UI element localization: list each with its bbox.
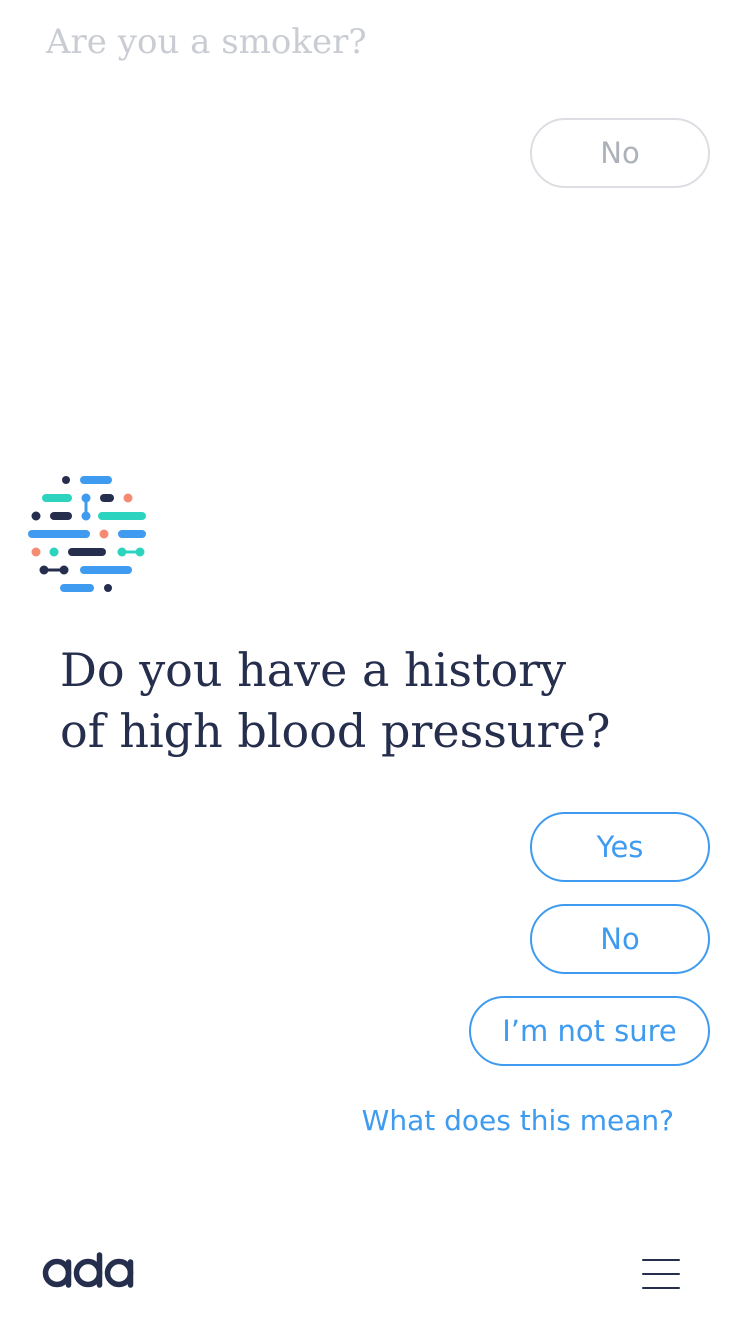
what-does-this-mean-link[interactable]: What does this mean? (362, 1104, 674, 1137)
question-line-1: Do you have a history (60, 643, 567, 697)
ada-avatar-icon (28, 476, 146, 592)
previous-answer-no-button[interactable]: No (530, 118, 710, 188)
menu-bar-bottom (642, 1287, 680, 1289)
menu-bar-top (642, 1259, 680, 1261)
previous-question: Are you a smoker? (46, 22, 367, 62)
ada-logo: ada (42, 1252, 134, 1288)
question-line-2: of high blood pressure? (60, 704, 611, 758)
answer-not-sure-button[interactable]: I’m not sure (469, 996, 710, 1066)
menu-bar-middle (642, 1273, 680, 1275)
answer-yes-button[interactable]: Yes (530, 812, 710, 882)
current-question: Do you have a history of high blood pres… (60, 640, 680, 762)
hamburger-menu-icon[interactable] (640, 1257, 682, 1291)
answer-no-button[interactable]: No (530, 904, 710, 974)
